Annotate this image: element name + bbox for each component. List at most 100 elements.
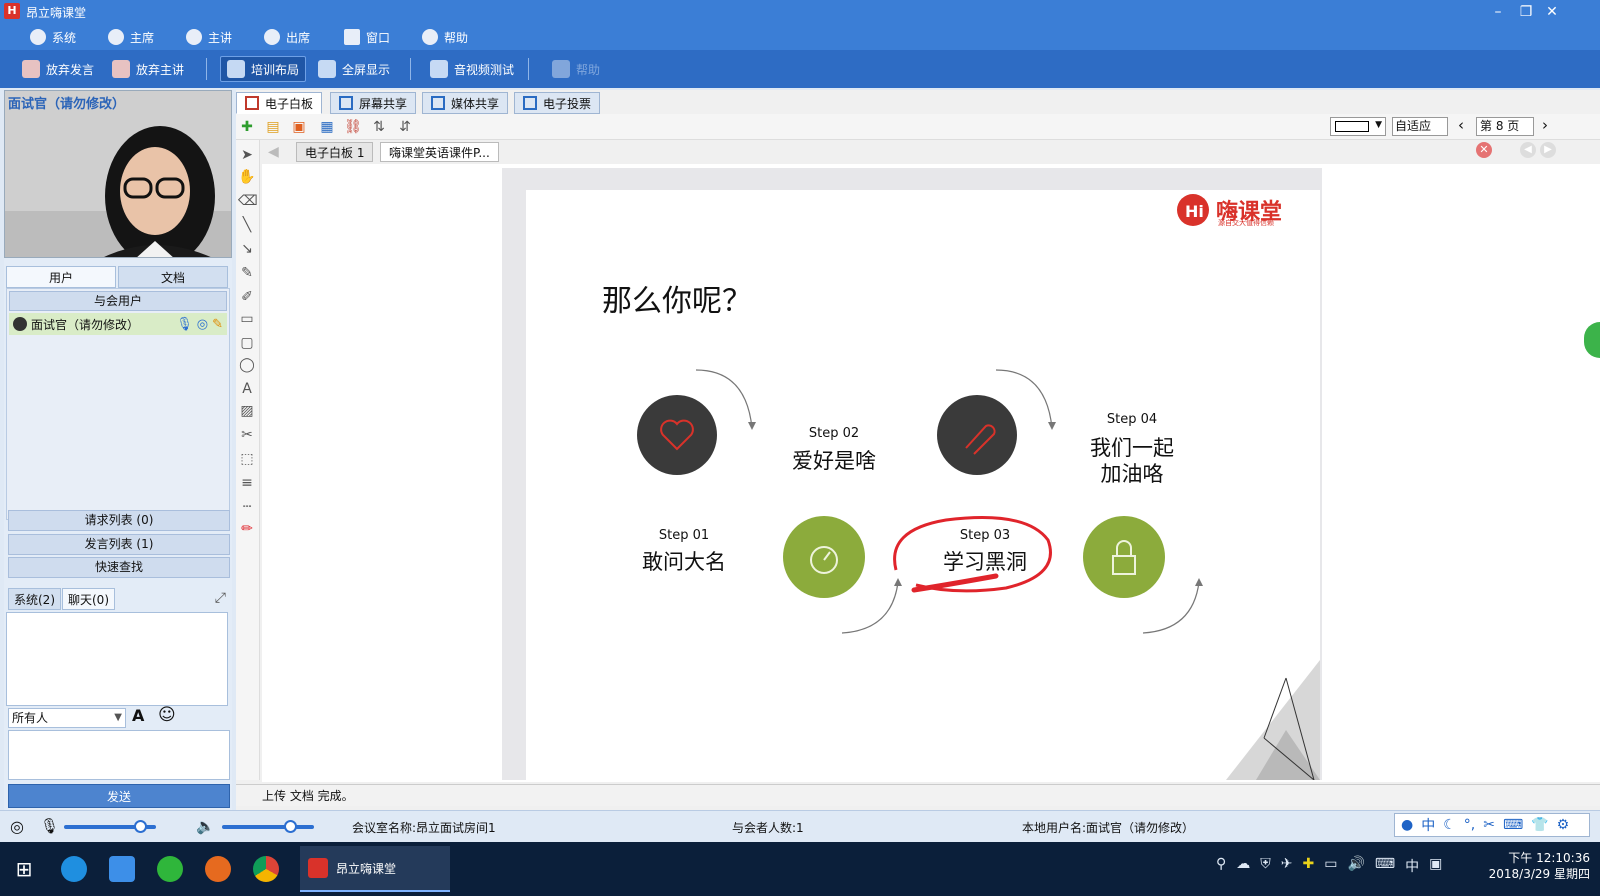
font-icon[interactable]: A <box>132 706 144 725</box>
system-clock[interactable]: 下午 12:10:36 2018/3/29 星期四 <box>1489 850 1590 882</box>
edit-icon[interactable]: ✎ <box>212 317 223 332</box>
scissors-icon[interactable]: ✂ <box>238 426 256 444</box>
keyboard-icon: ⌨ <box>1374 856 1396 872</box>
close-window-button[interactable]: ✕ <box>1540 2 1564 22</box>
active-app-label: 昂立嗨课堂 <box>336 861 397 876</box>
request-list-button[interactable]: 请求列表 (0) <box>8 510 230 531</box>
fullscreen-button[interactable]: 全屏显示 <box>312 56 396 82</box>
help-button[interactable]: 帮助 <box>546 56 606 82</box>
local-user-name: 本地用户名:面试官（请勿修改） <box>1022 821 1195 835</box>
pen-color-icon[interactable]: ✏ <box>238 520 256 538</box>
scroll-right-icon[interactable]: ▶ <box>1540 142 1556 158</box>
tab-docs[interactable]: 文档 <box>118 266 228 288</box>
speaker-volume-slider[interactable] <box>222 820 314 833</box>
menu-attendance[interactable]: 出席 <box>264 28 310 46</box>
follow-icon[interactable]: ⇵ <box>396 118 414 136</box>
punctuation-icon: °, <box>1463 817 1476 833</box>
ellipse-icon[interactable]: ◯ <box>238 356 256 374</box>
select-area-icon[interactable]: ⬚ <box>238 450 256 468</box>
speaker-icon[interactable]: 🔈 <box>196 817 215 835</box>
taskbar-ie[interactable] <box>54 850 94 888</box>
microphone-icon[interactable]: 🎙 <box>40 817 59 835</box>
quick-search-button[interactable]: 快速查找 <box>8 557 230 578</box>
taskbar-wechat[interactable] <box>150 850 190 888</box>
scroll-left-icon[interactable]: ◀ <box>1520 142 1536 158</box>
tab-screen-share[interactable]: 屏幕共享 <box>330 92 417 114</box>
speaking-list-button[interactable]: 发言列表 (1) <box>8 534 230 555</box>
text-icon[interactable]: A <box>238 380 256 398</box>
slider-thumb[interactable] <box>134 820 147 833</box>
taskbar-app[interactable] <box>102 850 142 888</box>
send-button[interactable]: 发送 <box>8 784 230 808</box>
hand-icon[interactable]: ✋ <box>238 168 256 186</box>
zoom-select[interactable]: 自适应 <box>1392 117 1448 136</box>
line-icon[interactable]: ╲ <box>238 216 256 234</box>
menu-help[interactable]: 帮助 <box>422 28 468 46</box>
line-width-icon[interactable]: ≡ <box>238 474 256 492</box>
info-icon <box>422 29 438 45</box>
av-test-button[interactable]: 音视频测试 <box>424 56 520 82</box>
tab-chat[interactable]: 聊天(0) <box>62 588 115 610</box>
participant-row[interactable]: 面试官（请勿修改） 🎙 ◎ ✎ <box>9 313 227 335</box>
image-icon[interactable]: ▨ <box>238 402 256 420</box>
chat-input[interactable] <box>8 730 230 780</box>
stopwatch-icon <box>783 516 865 598</box>
tab-users[interactable]: 用户 <box>6 266 116 288</box>
pencil-icon[interactable]: ✎ <box>238 264 256 282</box>
sync-icon[interactable]: ⇅ <box>370 118 388 136</box>
training-layout-button[interactable]: 培训布局 <box>220 56 307 82</box>
slider-thumb[interactable] <box>284 820 297 833</box>
mic-volume-slider[interactable] <box>64 820 156 833</box>
color-picker[interactable]: ▼ <box>1330 117 1386 136</box>
arrow-icon[interactable]: ↘ <box>238 240 256 258</box>
taskbar-chrome[interactable] <box>246 850 286 888</box>
shirt-icon: 👕 <box>1531 817 1549 833</box>
open-folder-icon[interactable]: ▤ <box>264 118 282 136</box>
monitor-icon <box>344 29 360 45</box>
emoji-icon[interactable]: ☺ <box>158 705 176 725</box>
camera-icon[interactable]: ◎ <box>197 317 208 332</box>
new-page-icon[interactable]: ✚ <box>238 118 256 136</box>
link-icon[interactable]: ⛓ <box>344 118 362 136</box>
page-select[interactable]: 第 8 页 <box>1476 117 1534 136</box>
bird-icon: ✈ <box>1280 856 1293 872</box>
back-icon[interactable]: ◀ <box>268 144 279 160</box>
close-doc-icon[interactable]: ✕ <box>1476 142 1492 158</box>
eraser-icon[interactable]: ⌫ <box>238 192 258 210</box>
taskbar-active-app[interactable]: 昂立嗨课堂 <box>300 846 450 892</box>
prev-page-icon[interactable]: ‹ <box>1458 116 1464 134</box>
recipient-select[interactable]: 所有人 ▼ <box>8 708 126 728</box>
rounded-rect-icon[interactable]: ▢ <box>238 334 256 352</box>
next-page-icon[interactable]: › <box>1542 116 1548 134</box>
windows-logo-icon: ⊞ <box>15 857 33 881</box>
tray-icons[interactable]: ⚲ ☁ ⛨ ✈ ✚ ▭ 🔊 ⌨ 中 ▣ <box>1216 856 1442 876</box>
highlighter-icon[interactable]: ✐ <box>238 288 256 306</box>
ime-toolbar[interactable]: ● 中 ☾ °, ✂ ⌨ 👕 ⚙ <box>1394 813 1590 837</box>
import-icon[interactable]: ▣ <box>290 118 308 136</box>
doc-tab-whiteboard[interactable]: 电子白板 1 <box>296 142 374 162</box>
doc-tab-courseware[interactable]: 嗨课堂英语课件P... <box>380 142 499 162</box>
menu-lecturer[interactable]: 主讲 <box>186 28 232 46</box>
detach-icon[interactable]: ⤢ <box>215 590 226 606</box>
save-icon[interactable]: ▦ <box>318 118 336 136</box>
give-up-lecture-button[interactable]: 放弃主讲 <box>106 56 190 82</box>
restore-button[interactable]: ❐ <box>1514 2 1538 22</box>
headset-icon[interactable]: ◎ <box>10 817 24 836</box>
user-avatar-icon <box>13 317 27 331</box>
menu-window[interactable]: 窗口 <box>344 28 390 46</box>
start-button[interactable]: ⊞ <box>4 850 44 888</box>
tab-system-messages[interactable]: 系统(2) <box>8 588 61 610</box>
pointer-icon[interactable]: ➤ <box>238 146 256 164</box>
minimize-button[interactable]: – <box>1486 2 1510 22</box>
tab-media-share[interactable]: 媒体共享 <box>422 92 509 114</box>
tab-e-vote[interactable]: 电子投票 <box>514 92 601 114</box>
give-up-speak-button[interactable]: 放弃发言 <box>16 56 100 82</box>
tab-whiteboard[interactable]: 电子白板 <box>236 92 323 114</box>
menu-chair[interactable]: 主席 <box>108 28 154 46</box>
microphone-icon[interactable]: 🎙 <box>176 317 193 332</box>
line-style-icon[interactable]: ┄ <box>238 498 256 516</box>
whiteboard-icon <box>245 96 259 110</box>
menu-system[interactable]: 系统 <box>30 28 76 46</box>
taskbar-firefox[interactable] <box>198 850 238 888</box>
rectangle-icon[interactable]: ▭ <box>238 310 256 328</box>
